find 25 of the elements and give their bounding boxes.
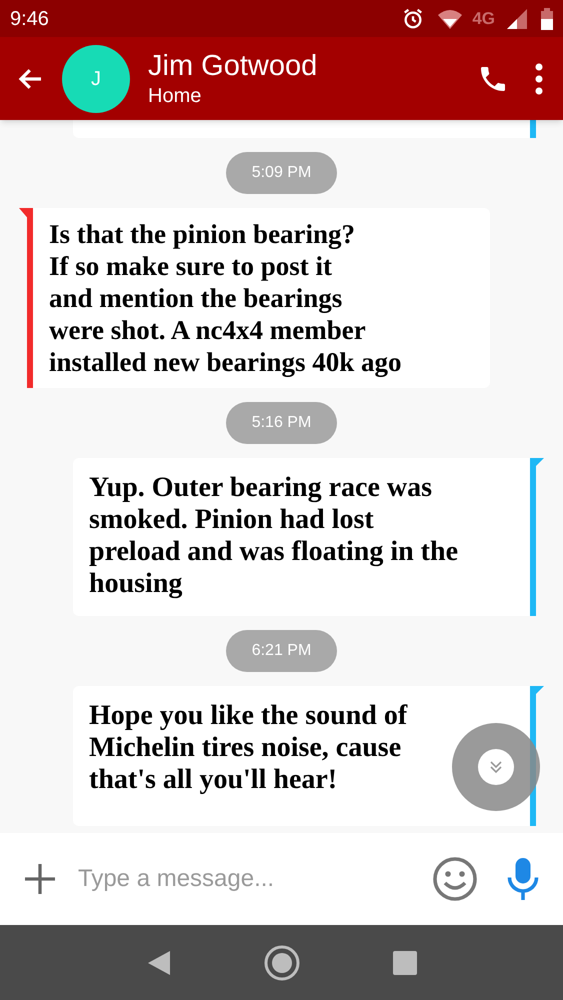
alarm-icon	[402, 8, 424, 30]
more-icon	[535, 62, 543, 94]
signal-icon	[507, 8, 527, 28]
message-input[interactable]: Type a message...	[78, 861, 431, 897]
network-label: 4G	[472, 8, 495, 30]
timestamp: 5:09 PM	[226, 152, 338, 194]
more-button[interactable]	[535, 62, 543, 94]
avatar[interactable]: J	[62, 44, 130, 112]
message-text: Is that the pinion bearing? If so make sure to post it and mention the bearings were shot. A nc4x4 member installed new bearings 40k ago	[49, 218, 403, 378]
contact-name: Jim Gotwood	[148, 48, 318, 82]
status-time: 9:46	[10, 6, 49, 32]
message-text: Yup. Outer bearing race was smoked. Pinion had lost preload and was floating in the housing	[89, 472, 458, 600]
chevrons-down-icon	[488, 759, 504, 775]
battery-icon	[541, 8, 553, 30]
message-text: Hope you like the sound of Michelin tires noise, cause that's all you'll hear!	[89, 700, 408, 796]
timestamp: 5:16 PM	[226, 402, 338, 444]
recents-icon[interactable]	[392, 950, 417, 974]
back-icon[interactable]	[146, 948, 172, 976]
plus-icon[interactable]	[22, 861, 58, 897]
wifi-icon	[438, 8, 462, 28]
emoji-icon[interactable]	[431, 855, 479, 903]
microphone-icon[interactable]	[505, 856, 541, 902]
home-icon[interactable]	[264, 944, 300, 980]
contact-subtitle: Home	[148, 84, 202, 108]
timestamp: 6:21 PM	[226, 630, 338, 672]
